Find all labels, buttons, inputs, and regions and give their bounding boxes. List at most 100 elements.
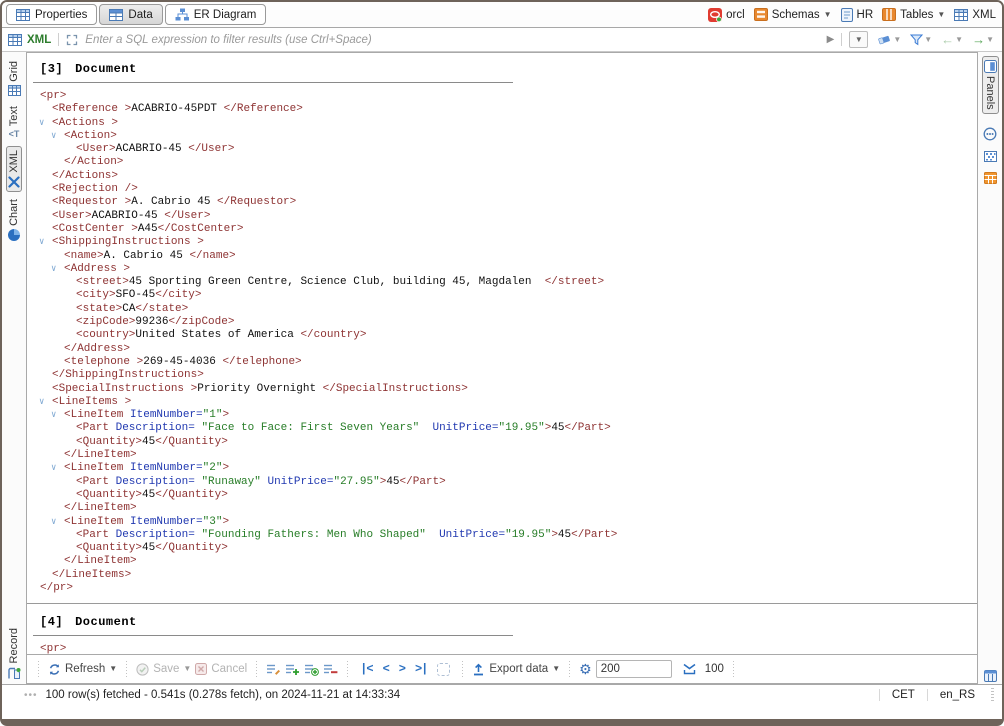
- add-row-button[interactable]: [285, 663, 300, 676]
- collapse-arrow-icon[interactable]: ∨: [51, 462, 56, 475]
- forward-button[interactable]: → ▼: [972, 33, 994, 46]
- xml-text: United States of America: [135, 329, 300, 341]
- xml-line: </Action>: [33, 156, 969, 169]
- xml-line: </LineItems>: [33, 569, 969, 582]
- xml-line: ∨<LineItem ItemNumber="3">: [33, 516, 969, 529]
- calc-panel-icon[interactable]: [984, 172, 997, 184]
- back-button[interactable]: ← ▼: [941, 33, 963, 46]
- erase-filter-button[interactable]: ▼: [877, 34, 901, 46]
- xml-tag: </city>: [155, 289, 201, 301]
- panels-label: Panels: [984, 76, 996, 110]
- xml-tag: </Quantity>: [155, 489, 228, 501]
- xml-text: 269-45-4036: [143, 356, 222, 368]
- metadata-panel-icon[interactable]: [984, 151, 997, 162]
- fetch-size-value: 100: [705, 663, 724, 675]
- fetch-size-icon[interactable]: [682, 663, 697, 675]
- xml-tag: <Action>: [64, 130, 117, 142]
- table-icon: [954, 9, 968, 21]
- view-tab-label: Grid: [8, 61, 20, 82]
- filter-history-dropdown[interactable]: ▼: [849, 31, 868, 48]
- view-tab-text[interactable]: Text <T: [7, 103, 21, 142]
- xml-line: <state>CA</state>: [33, 303, 969, 316]
- cancel-button[interactable]: Cancel: [195, 663, 247, 675]
- xml-tag: </SpecialInstructions>: [323, 383, 468, 395]
- xml-tag: </Requestor>: [217, 196, 296, 208]
- view-tab-grid[interactable]: Grid: [7, 58, 22, 99]
- collapse-arrow-icon[interactable]: ∨: [51, 130, 56, 143]
- locale-indicator[interactable]: en_RS: [927, 689, 987, 701]
- apply-filter-icon[interactable]: ▶: [827, 34, 835, 45]
- filter-source-label[interactable]: XML: [27, 34, 51, 46]
- settings-gear-icon[interactable]: ⚙: [579, 662, 592, 676]
- record-mode-toggle[interactable]: Record: [7, 628, 21, 684]
- status-message: 100 row(s) fetched - 0.541s (0.278s fetc…: [46, 689, 401, 701]
- collapse-arrow-icon[interactable]: ∨: [51, 516, 56, 529]
- xml-text: A45: [138, 223, 158, 235]
- save-button[interactable]: Save ▼: [136, 663, 191, 676]
- focus-cell-icon[interactable]: [437, 663, 450, 676]
- timezone-indicator[interactable]: CET: [879, 689, 927, 701]
- collapse-arrow-icon[interactable]: ∨: [39, 236, 44, 249]
- filters-button[interactable]: ▼: [910, 34, 932, 46]
- tab-er-diagram[interactable]: ER Diagram: [165, 4, 267, 25]
- tab-properties[interactable]: Properties: [6, 4, 97, 25]
- record-header: [3]Document: [33, 55, 969, 76]
- segment-size-input[interactable]: [596, 660, 672, 678]
- xml-line: <pr>: [33, 90, 969, 103]
- record-block: [3]Document<pr><Reference >ACABRIO-45PDT…: [33, 55, 969, 595]
- xml-attribute-value: "19.95": [505, 529, 551, 541]
- duplicate-row-button[interactable]: [304, 663, 319, 676]
- refresh-button[interactable]: Refresh ▼: [48, 663, 117, 676]
- xml-tag: </Quantity>: [155, 436, 228, 448]
- toolbar-separator: [255, 661, 258, 677]
- xml-tag: <User>: [76, 143, 116, 155]
- xml-attribute-name: Description=: [116, 422, 195, 434]
- toolbar-separator: [37, 661, 40, 677]
- collapse-arrow-icon[interactable]: ∨: [51, 409, 56, 422]
- xml-tag: <SpecialInstructions >: [52, 383, 197, 395]
- export-data-button[interactable]: Export data ▼: [472, 663, 560, 676]
- toolbar-separator: [732, 661, 735, 677]
- xml-line: <Part Description= "Runaway" UnitPrice="…: [33, 476, 969, 489]
- schema-current[interactable]: HR: [841, 8, 874, 22]
- tab-data[interactable]: Data: [99, 4, 162, 25]
- xml-results-view[interactable]: [3]Document<pr><Reference >ACABRIO-45PDT…: [26, 52, 978, 655]
- data-grid-icon: [109, 9, 123, 21]
- results-area: Grid Text <T XML Chart Record [3]Docu: [2, 52, 1002, 684]
- xml-line: ∨<ShippingInstructions >: [33, 236, 969, 249]
- chevron-down-icon: ▼: [924, 36, 932, 44]
- view-tab-xml[interactable]: XML: [6, 146, 22, 192]
- ellipsis-icon: •••: [24, 690, 38, 701]
- xml-tag: <pr>: [40, 643, 66, 655]
- chevron-down-icon: ▼: [986, 36, 994, 44]
- last-record-button[interactable]: >|: [415, 662, 427, 676]
- save-label: Save: [153, 663, 179, 675]
- panels-tab[interactable]: Panels: [982, 56, 999, 114]
- filter-input[interactable]: [83, 33, 821, 47]
- collapse-arrow-icon[interactable]: ∨: [51, 263, 56, 276]
- xml-tag: <Quantity>: [76, 489, 142, 501]
- first-record-button[interactable]: |<: [360, 662, 372, 676]
- xml-text: 45: [142, 436, 155, 448]
- expand-icon[interactable]: [66, 34, 78, 46]
- collapse-arrow-icon[interactable]: ∨: [39, 117, 44, 130]
- connection-database[interactable]: orcl: [708, 8, 745, 22]
- panel-grid-icon[interactable]: [984, 670, 997, 682]
- xml-attribute-name: ItemNumber=: [130, 516, 203, 528]
- collapse-arrow-icon[interactable]: ∨: [39, 396, 44, 409]
- record-block: [4]Document<pr><Reference >ACABRIO-46PDT…: [33, 608, 969, 655]
- delete-row-button[interactable]: [323, 663, 338, 676]
- value-viewer-icon[interactable]: [983, 127, 997, 141]
- previous-record-button[interactable]: <: [383, 662, 389, 676]
- next-record-button[interactable]: >: [399, 662, 405, 676]
- tables-selector[interactable]: Tables ▼: [882, 8, 945, 21]
- view-tab-chart[interactable]: Chart: [7, 196, 21, 244]
- schemas-selector[interactable]: Schemas ▼: [754, 8, 832, 21]
- cancel-x-icon: [195, 663, 207, 675]
- xml-tag: <CostCenter >: [52, 223, 138, 235]
- xml-tag: <Requestor >: [52, 196, 131, 208]
- table-current[interactable]: XML: [954, 9, 996, 21]
- xml-line: <Quantity>45</Quantity>: [33, 489, 969, 502]
- edit-row-button[interactable]: [266, 663, 281, 676]
- table-icon: [16, 9, 30, 21]
